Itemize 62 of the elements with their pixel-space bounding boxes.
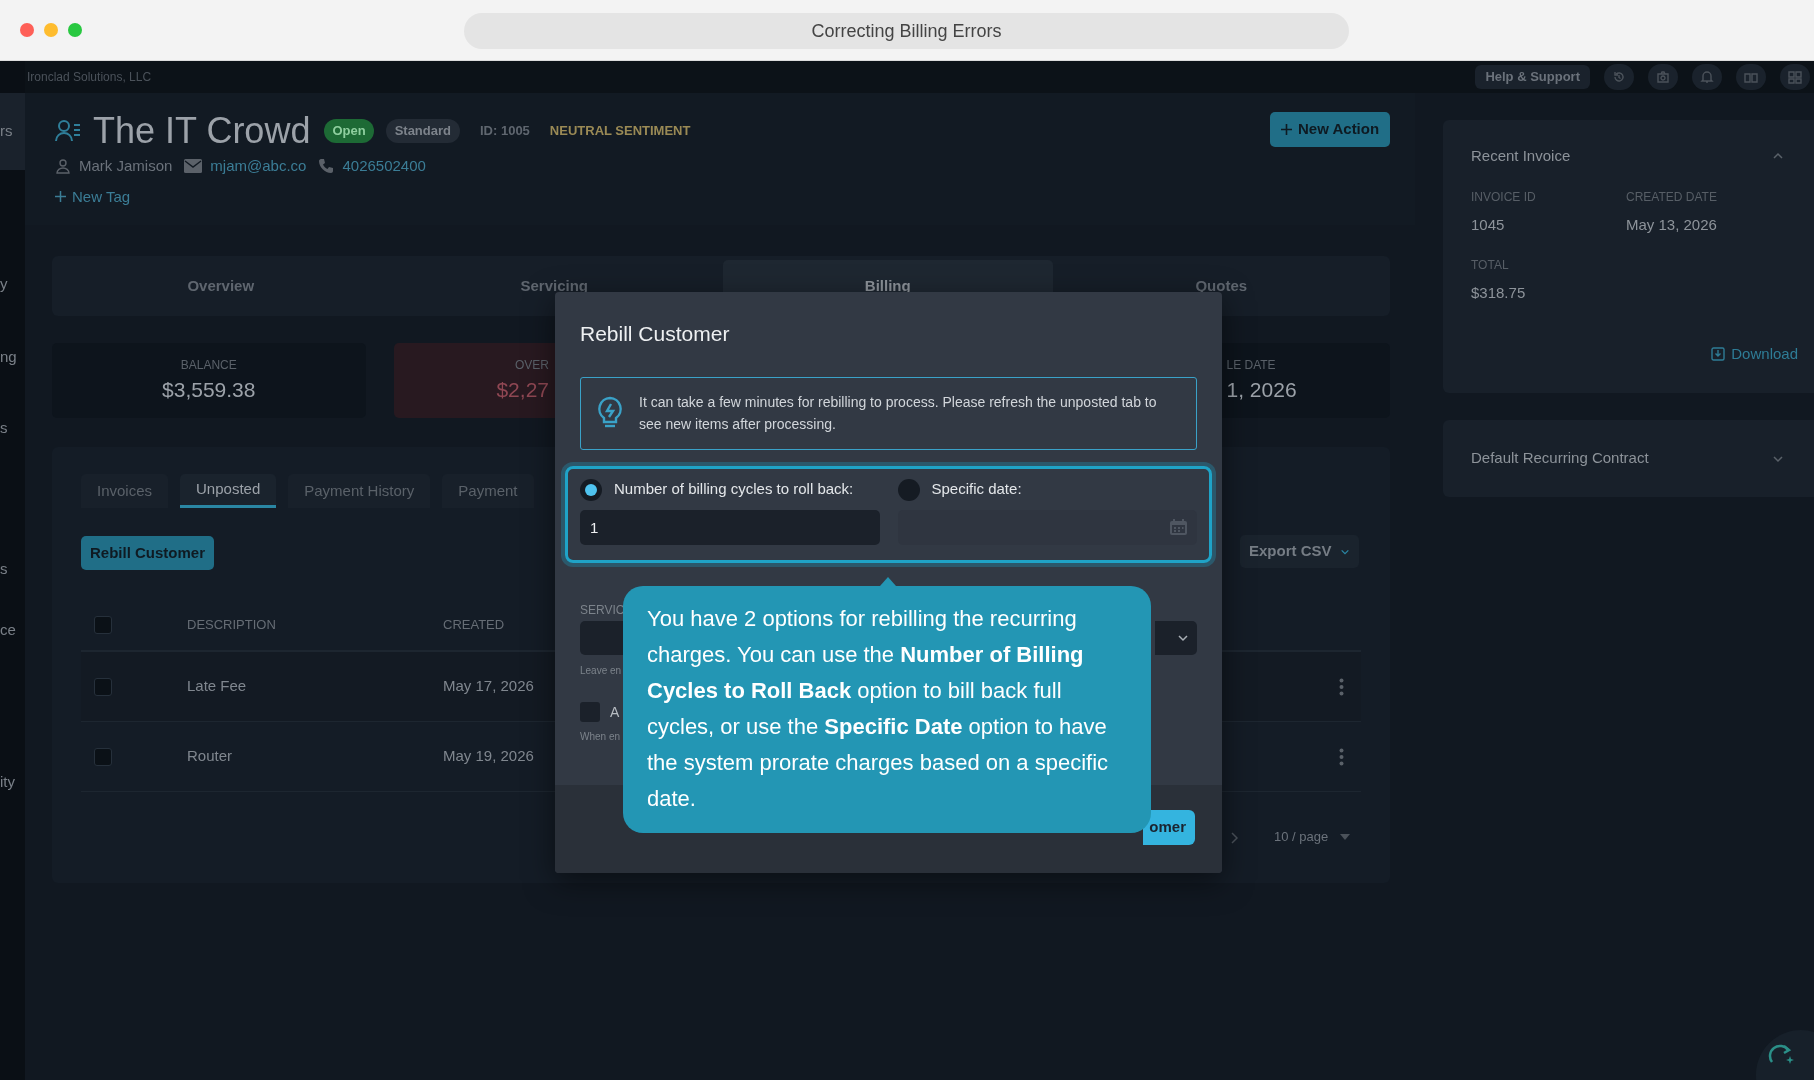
subtab[interactable]: Invoices	[81, 474, 169, 508]
contact-name: Mark Jamison	[79, 156, 173, 176]
sidebar-item[interactable]: ng	[0, 346, 17, 369]
dialog-title: Rebill Customer	[580, 321, 731, 347]
field-label: INVOICE ID	[1471, 188, 1537, 206]
stat-label: LE DATE	[1226, 356, 1276, 374]
subtab[interactable]: Payment History	[288, 474, 431, 508]
tab[interactable]: Quotes	[1056, 260, 1386, 312]
customer-id: ID: 1005	[480, 122, 530, 141]
column-header: CREATED	[443, 616, 505, 635]
download-link[interactable]: Download	[1711, 342, 1798, 365]
customer-name: The IT Crowd	[93, 113, 311, 149]
address-bar[interactable]: Correcting Billing Errors	[464, 13, 1349, 49]
helper-text: When en	[580, 729, 621, 744]
help-button[interactable]: Help & Support	[1475, 65, 1590, 89]
tab[interactable]: Servicing	[389, 260, 719, 312]
radio-option[interactable]: Number of billing cycles to roll back:	[580, 477, 880, 502]
field-label: SERVIC	[580, 601, 625, 619]
radio-option[interactable]: Specific date:	[897, 477, 1197, 502]
card-title: Recent Invoice	[1471, 146, 1571, 166]
field-label: TOTAL	[1471, 257, 1510, 274]
stat-value: 1, 2026	[1226, 376, 1297, 403]
table-cell-text: Router	[187, 746, 234, 767]
sidebar-item[interactable]: s	[0, 417, 8, 440]
sidebar-item[interactable]: y	[0, 273, 8, 296]
checkbox-label: A	[610, 702, 620, 722]
subtab[interactable]: Payment	[442, 474, 534, 508]
field-value: May 13, 2026	[1626, 214, 1718, 235]
export-csv-button[interactable]: Export CSV	[1240, 535, 1359, 568]
rebill-customer-button[interactable]: Rebill Customer	[81, 536, 215, 570]
cycles-input[interactable]: 1	[580, 509, 880, 545]
subtab[interactable]: Unposted	[180, 474, 277, 508]
field-value: $318.75	[1471, 283, 1527, 303]
status-badge: Open	[324, 119, 374, 143]
field-label: CREATED DATE	[1626, 188, 1718, 206]
stat-value: $2,27	[496, 376, 549, 403]
stat-label: BALANCE	[180, 356, 237, 374]
column-header: DESCRIPTION	[187, 616, 277, 635]
stat-value: $3,559.38	[162, 376, 256, 403]
sidebar-item[interactable]: ity	[0, 771, 15, 794]
sentiment-label: NEUTRAL SENTIMENT	[549, 122, 691, 141]
new-action-button[interactable]: New Action	[1270, 112, 1391, 147]
helper-text: Leave en	[580, 663, 622, 678]
tab[interactable]: Overview	[56, 260, 386, 312]
sidebar-item[interactable]: s	[0, 558, 8, 581]
new-tag-button[interactable]: New Tag	[55, 185, 131, 208]
email-link[interactable]: mjam@abc.co	[210, 155, 307, 178]
table-cell-text: May 19, 2026	[443, 746, 534, 767]
sidebar-item[interactable]: rs	[0, 93, 25, 170]
sidebar-item[interactable]: ce	[0, 619, 16, 642]
page-size-select[interactable]: 10 / page	[1274, 827, 1351, 847]
company-name: Ironclad Solutions, LLC	[27, 69, 152, 86]
table-cell-text: Late Fee	[187, 676, 248, 697]
field-value: 1045	[1471, 214, 1506, 235]
card-title: Default Recurring Contract	[1471, 448, 1649, 469]
stat-label: OVER	[515, 356, 549, 374]
tooltip-text: You have 2 options for rebilling the recurring charges. You can use the Number of Billing Cycles to Roll Back option to bill back full cycles, or use the Specific Date option to have the system prorate charges based on a specific date.	[647, 605, 1110, 813]
plan-badge: Standard	[385, 119, 460, 143]
phone-link[interactable]: 4026502400	[342, 155, 426, 178]
table-cell-text: May 17, 2026	[443, 676, 534, 697]
submit-button[interactable]: omer	[1143, 810, 1195, 845]
info-text: It can take a few minutes for rebilling to process. Please refresh the unposted tab to see new items after processing.	[639, 393, 1158, 434]
